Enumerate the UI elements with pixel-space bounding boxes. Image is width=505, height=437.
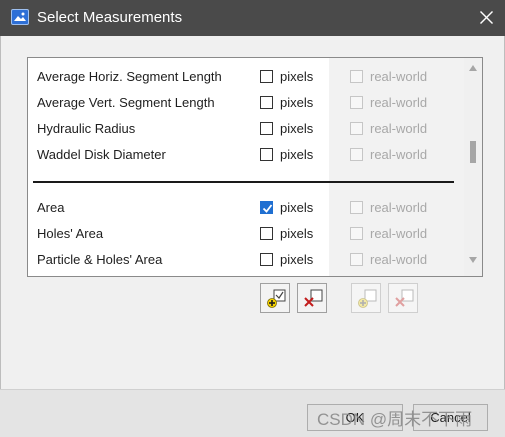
measurement-label: Average Vert. Segment Length — [37, 95, 215, 110]
clear-all-icon — [304, 289, 323, 307]
pixels-label: pixels — [280, 95, 314, 110]
scroll-down-icon[interactable] — [468, 256, 478, 264]
measurement-label: Holes' Area — [37, 226, 104, 241]
real-world-label: real-world — [370, 252, 428, 267]
measurement-row: Average Horiz. Segment Length pixels rea… — [28, 64, 464, 90]
real-world-label: real-world — [370, 69, 428, 84]
checkmark-icon — [262, 204, 273, 213]
pixels-checkbox[interactable] — [260, 253, 273, 266]
measurement-row: Hydraulic Radius pixels real-world — [28, 116, 464, 142]
real-world-label: real-world — [370, 121, 428, 136]
pixels-label: pixels — [280, 252, 314, 267]
group-separator — [33, 181, 454, 183]
real-world-clear-all-button — [388, 283, 418, 313]
measurement-row: Area pixels real-world — [28, 195, 464, 221]
pixels-select-all-button[interactable] — [260, 283, 290, 313]
real-world-checkbox — [350, 148, 363, 161]
watermark-text: CSDN @周末不下雨 — [317, 410, 473, 429]
real-world-checkbox — [350, 253, 363, 266]
real-world-checkbox — [350, 70, 363, 83]
pixels-checkbox[interactable] — [260, 122, 273, 135]
pixels-checkbox[interactable] — [260, 148, 273, 161]
scroll-up-icon[interactable] — [468, 64, 478, 72]
close-icon — [480, 11, 493, 24]
measurement-row: Waddel Disk Diameter pixels real-world — [28, 142, 464, 168]
real-world-checkbox — [350, 201, 363, 214]
real-world-checkbox — [350, 227, 363, 240]
pixels-checkbox[interactable] — [260, 227, 273, 240]
real-world-label: real-world — [370, 95, 428, 110]
pixels-checkbox[interactable] — [260, 96, 273, 109]
measurement-label: Area — [37, 200, 65, 215]
pixels-checkbox[interactable] — [260, 70, 273, 83]
real-world-label: real-world — [370, 200, 428, 215]
vertical-scrollbar[interactable] — [464, 58, 482, 276]
scroll-thumb[interactable] — [470, 141, 476, 163]
measurement-label: Waddel Disk Diameter — [37, 147, 166, 162]
real-world-label: real-world — [370, 147, 428, 162]
measurement-row: Average Vert. Segment Length pixels real… — [28, 90, 464, 116]
title-bar: Select Measurements — [0, 0, 505, 36]
select-all-icon — [267, 289, 286, 308]
measurement-row: Particle & Holes' Area pixels real-world — [28, 247, 464, 273]
pixels-label: pixels — [280, 200, 314, 215]
image-icon — [11, 9, 29, 25]
measurement-list: Average Horiz. Segment Length pixels rea… — [27, 57, 483, 277]
measurement-label: Particle & Holes' Area — [37, 252, 163, 267]
real-world-checkbox — [350, 96, 363, 109]
measurement-row: Holes' Area pixels real-world — [28, 221, 464, 247]
real-world-checkbox — [350, 122, 363, 135]
pixels-label: pixels — [280, 226, 314, 241]
clear-all-icon — [395, 289, 414, 307]
pixels-label: pixels — [280, 121, 314, 136]
pixels-checkbox[interactable] — [260, 201, 273, 214]
measurement-label: Hydraulic Radius — [37, 121, 136, 136]
select-all-icon — [358, 289, 377, 308]
close-button[interactable] — [467, 0, 505, 36]
real-world-select-all-button — [351, 283, 381, 313]
real-world-label: real-world — [370, 226, 428, 241]
pixels-label: pixels — [280, 69, 314, 84]
pixels-label: pixels — [280, 147, 314, 162]
measurement-label: Average Horiz. Segment Length — [37, 69, 222, 84]
pixels-clear-all-button[interactable] — [297, 283, 327, 313]
window-title: Select Measurements — [37, 9, 183, 26]
